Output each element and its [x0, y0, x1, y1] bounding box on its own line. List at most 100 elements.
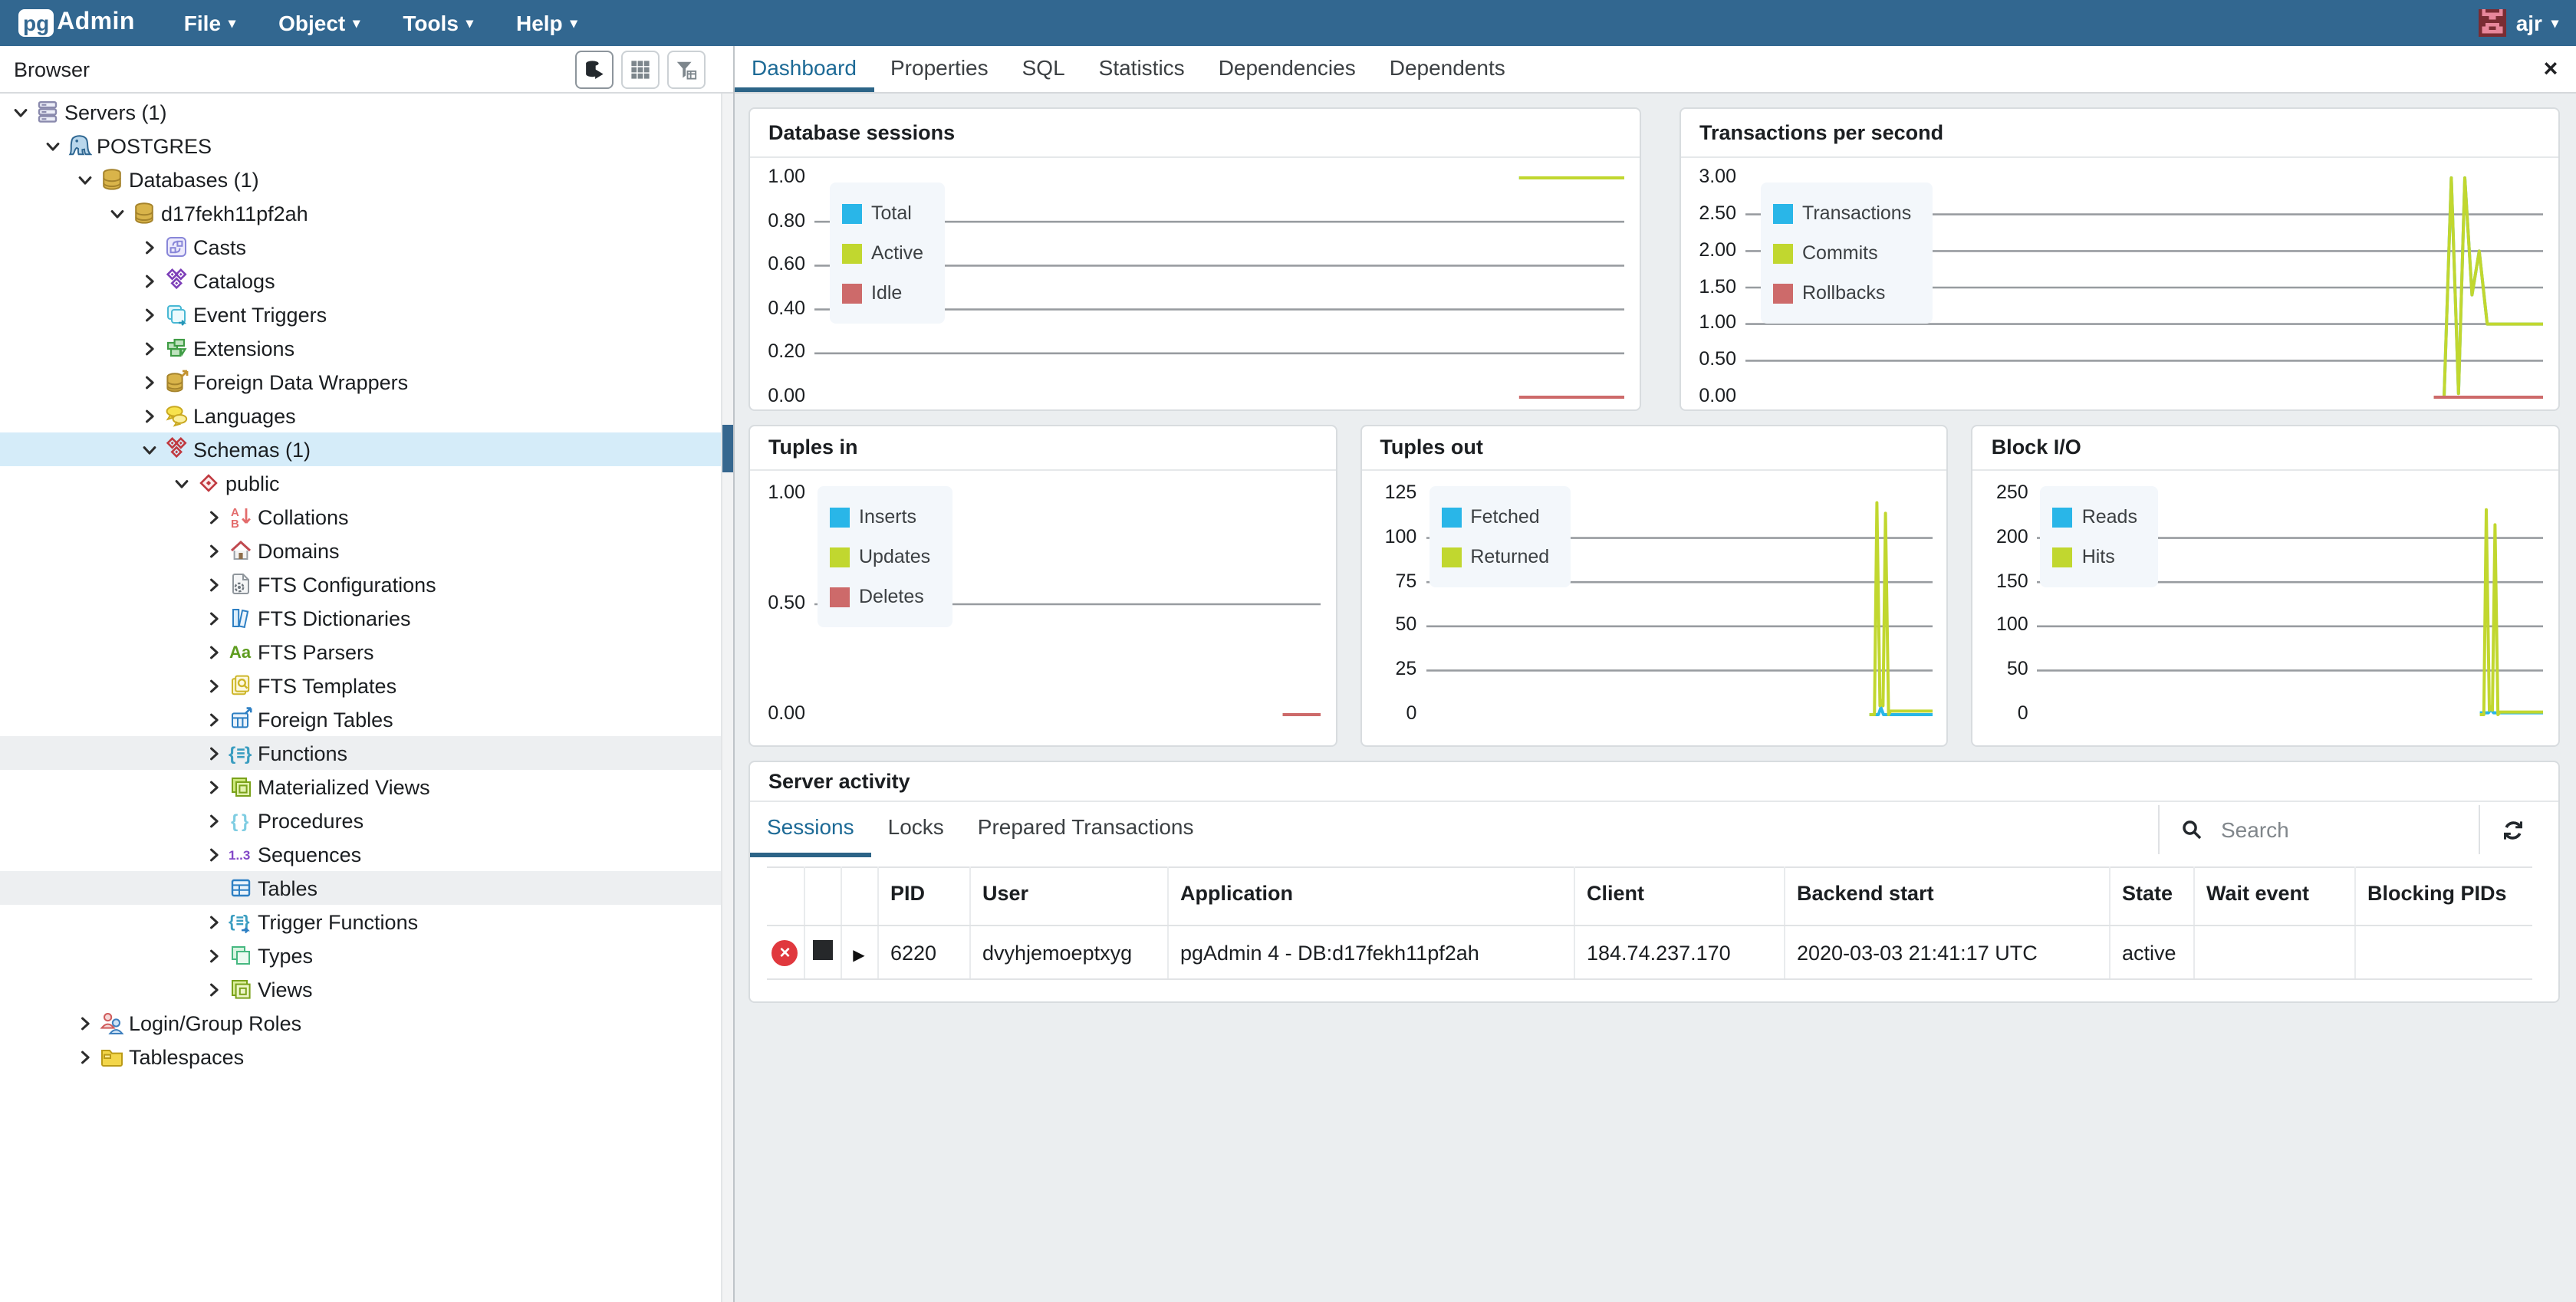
chevron-right-icon[interactable] — [138, 235, 161, 258]
refresh-button[interactable] — [2479, 805, 2546, 854]
chevron-right-icon[interactable] — [202, 573, 225, 596]
legend-swatch — [1441, 507, 1461, 527]
view-data-button[interactable] — [621, 50, 660, 88]
tree-item-materialized-views[interactable]: Materialized Views — [0, 770, 721, 804]
chevron-right-icon[interactable] — [202, 741, 225, 764]
chevron-down-icon[interactable] — [41, 134, 64, 157]
chevron-right-icon[interactable] — [138, 404, 161, 427]
chevron-right-icon[interactable] — [74, 1011, 97, 1034]
tree-item-tablespaces[interactable]: Tablespaces — [0, 1040, 721, 1073]
tree-item-casts[interactable]: Casts — [0, 230, 721, 264]
menu-bar: File▾ Object▾ Tools▾ Help▾ — [184, 11, 577, 35]
chevron-right-icon[interactable] — [202, 539, 225, 562]
tab-properties[interactable]: Properties — [873, 46, 1005, 92]
legend-label: Transactions — [1802, 202, 1911, 224]
tree-item-foreign-tables[interactable]: Foreign Tables — [0, 702, 721, 736]
expand-icon[interactable]: ▶ — [853, 947, 864, 964]
tree-item-d17fekh11pf2ah[interactable]: d17fekh11pf2ah — [0, 196, 721, 230]
chevron-right-icon[interactable] — [138, 370, 161, 393]
chevron-right-icon[interactable] — [202, 775, 225, 798]
tab-statistics[interactable]: Statistics — [1082, 46, 1202, 92]
filtered-rows-button[interactable] — [667, 50, 706, 88]
chevron-down-icon[interactable] — [138, 438, 161, 461]
tree-item-public[interactable]: public — [0, 466, 721, 500]
tree-item-tables[interactable]: Tables — [0, 871, 721, 905]
tree-item-schemas-1[interactable]: Schemas (1) — [0, 432, 721, 466]
tab-dashboard[interactable]: Dashboard — [735, 46, 873, 92]
chevron-right-icon[interactable] — [74, 1045, 97, 1068]
chevron-right-icon[interactable] — [202, 674, 225, 697]
chevron-right-icon[interactable] — [138, 303, 161, 326]
tree-item-sequences[interactable]: 1..3Sequences — [0, 837, 721, 871]
tree-item-login-group-roles[interactable]: Login/Group Roles — [0, 1006, 721, 1040]
stop-icon[interactable] — [812, 940, 832, 960]
chevron-down-icon: ▾ — [571, 16, 577, 30]
legend-item-fetched: Fetched — [1441, 497, 1549, 537]
tree-item-postgres[interactable]: POSTGRES — [0, 129, 721, 163]
tree-item-languages[interactable]: Languages — [0, 399, 721, 432]
dashboard-content: Database sessions 1.000.800.600.400.200.… — [735, 94, 2576, 1302]
legend-swatch — [2053, 507, 2073, 527]
tree-item-views[interactable]: Views — [0, 972, 721, 1006]
tab-dependents[interactable]: Dependents — [1373, 46, 1522, 92]
table-row: ×▶6220dvyhjemoeptxygpgAdmin 4 - DB:d17fe… — [767, 926, 2532, 979]
chevron-right-icon[interactable] — [202, 843, 225, 866]
chevron-right-icon[interactable] — [202, 640, 225, 663]
tree-item-fts-templates[interactable]: FTS Templates — [0, 669, 721, 702]
tree-item-types[interactable]: Types — [0, 939, 721, 972]
tree-item-catalogs[interactable]: Catalogs — [0, 264, 721, 298]
tree-item-domains[interactable]: Domains — [0, 534, 721, 567]
tree-item-fts-parsers[interactable]: AaFTS Parsers — [0, 635, 721, 669]
chevron-right-icon[interactable] — [202, 505, 225, 528]
user-menu[interactable]: ajr ▾ — [2479, 9, 2558, 37]
no-chevron — [202, 876, 225, 899]
chevron-down-icon[interactable] — [106, 202, 129, 225]
menu-file[interactable]: File▾ — [184, 11, 235, 35]
query-tool-button[interactable] — [575, 50, 614, 88]
tree-item-functions[interactable]: {}Functions — [0, 736, 721, 770]
menu-tools[interactable]: Tools▾ — [403, 11, 473, 35]
activity-tab-locks[interactable]: Locks — [871, 802, 961, 857]
column-header-backend-start: Backend start — [1784, 867, 2109, 926]
chevron-down-icon[interactable] — [9, 100, 32, 123]
tree-item-fts-dictionaries[interactable]: FTS Dictionaries — [0, 601, 721, 635]
svg-text:Aa: Aa — [229, 643, 251, 662]
legend-swatch — [1773, 283, 1793, 303]
tree-item-trigger-functions[interactable]: {}Trigger Functions — [0, 905, 721, 939]
menu-object[interactable]: Object▾ — [278, 11, 360, 35]
tree-item-collations[interactable]: ABCollations — [0, 500, 721, 534]
chevron-right-icon[interactable] — [202, 809, 225, 832]
chevron-right-icon[interactable] — [202, 978, 225, 1001]
tree-item-foreign-data-wrappers[interactable]: Foreign Data Wrappers — [0, 365, 721, 399]
sidebar-scrollbar-thumb[interactable] — [722, 425, 733, 472]
tree-item-fts-configurations[interactable]: FTS Configurations — [0, 567, 721, 601]
chevron-right-icon[interactable] — [202, 708, 225, 731]
close-panel-icon[interactable]: × — [2525, 46, 2576, 92]
tab-dependencies[interactable]: Dependencies — [1202, 46, 1373, 92]
y-axis-tick: 250 — [1973, 482, 2028, 503]
activity-tab-sessions[interactable]: Sessions — [750, 802, 871, 857]
chevron-right-icon[interactable] — [202, 910, 225, 933]
legend-item-idle: Idle — [842, 273, 923, 313]
chevron-right-icon[interactable] — [202, 607, 225, 630]
activity-tab-prepared-transactions[interactable]: Prepared Transactions — [961, 802, 1211, 857]
search-input[interactable] — [2221, 817, 2479, 842]
menu-help[interactable]: Help▾ — [516, 11, 577, 35]
y-axis-tick: 0.00 — [750, 702, 805, 724]
chevron-right-icon[interactable] — [138, 337, 161, 360]
tree-item-servers-1[interactable]: Servers (1) — [0, 95, 721, 129]
chevron-down-icon[interactable] — [170, 472, 193, 495]
tree-item-procedures[interactable]: {}Procedures — [0, 804, 721, 837]
chevron-right-icon[interactable] — [202, 944, 225, 967]
tree-item-event-triggers[interactable]: Event Triggers — [0, 298, 721, 331]
chevron-right-icon[interactable] — [138, 269, 161, 292]
chart-title: Transactions per second — [1681, 109, 2558, 158]
tree-item-extensions[interactable]: Extensions — [0, 331, 721, 365]
tree-item-label: Servers (1) — [64, 100, 167, 123]
sidebar-scrollbar[interactable] — [721, 94, 733, 1302]
tree-item-databases-1[interactable]: Databases (1) — [0, 163, 721, 196]
chevron-down-icon[interactable] — [74, 168, 97, 191]
tab-sql[interactable]: SQL — [1005, 46, 1082, 92]
tree-item-label: Foreign Data Wrappers — [193, 370, 408, 393]
cancel-icon[interactable]: × — [772, 939, 798, 965]
